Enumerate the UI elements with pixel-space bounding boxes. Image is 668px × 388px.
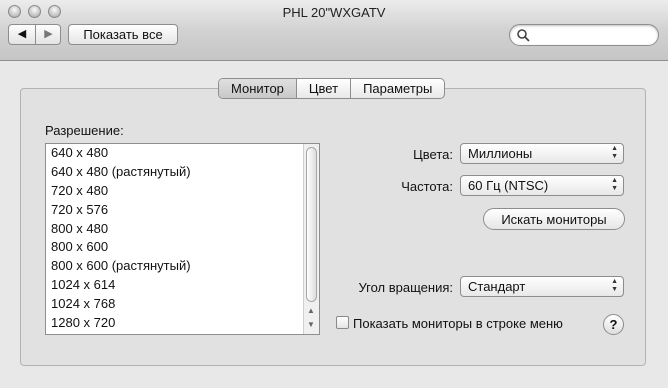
resolution-scrollbar[interactable]: ▲ ▼ — [303, 144, 319, 334]
show-in-menubar-label[interactable]: Показать мониторы в строке меню — [353, 316, 563, 331]
help-button[interactable]: ? — [603, 314, 624, 335]
scroll-down-icon[interactable]: ▼ — [307, 320, 315, 329]
rotation-label: Угол вращения: — [358, 280, 453, 295]
list-item[interactable]: 800 x 480 — [46, 220, 319, 239]
tab-options[interactable]: Параметры — [350, 79, 444, 98]
detect-displays-button[interactable]: Искать мониторы — [483, 208, 625, 230]
list-item[interactable]: 1024 x 768 — [46, 295, 319, 314]
tab-bar: Монитор Цвет Параметры — [218, 78, 446, 99]
show-all-button[interactable]: Показать все — [68, 24, 178, 45]
help-icon: ? — [609, 317, 618, 332]
scrollbar-thumb[interactable] — [306, 147, 317, 302]
refresh-value: 60 Гц (NTSC) — [468, 178, 549, 193]
list-item[interactable]: 800 x 600 (растянутый) — [46, 257, 319, 276]
popup-arrows-icon: ▲ ▼ — [611, 145, 618, 160]
refresh-label: Частота: — [401, 179, 453, 194]
list-item[interactable]: 800 x 600 — [46, 238, 319, 257]
window-title: PHL 20"WXGATV — [282, 5, 386, 20]
nav-segment: ◀ ▶ — [8, 24, 61, 45]
search-field[interactable] — [509, 24, 659, 46]
colors-label: Цвета: — [413, 147, 453, 162]
tab-color[interactable]: Цвет — [295, 79, 350, 98]
list-item[interactable]: 1280 x 720 — [46, 314, 319, 333]
detect-displays-label: Искать мониторы — [501, 211, 607, 227]
colors-popup[interactable]: Миллионы ▲ ▼ — [460, 143, 624, 164]
forward-arrow-icon: ▶ — [44, 28, 53, 40]
tab-monitor[interactable]: Монитор — [219, 79, 296, 98]
rotation-popup[interactable]: Стандарт ▲ ▼ — [460, 276, 624, 297]
list-item[interactable]: 640 x 480 — [46, 144, 319, 163]
rotation-value: Стандарт — [468, 279, 526, 294]
show-all-label: Показать все — [83, 27, 163, 42]
refresh-popup[interactable]: 60 Гц (NTSC) ▲ ▼ — [460, 175, 624, 196]
list-item[interactable]: 720 x 480 — [46, 182, 319, 201]
list-item[interactable]: 640 x 480 (растянутый) — [46, 163, 319, 182]
back-arrow-icon: ◀ — [17, 28, 27, 40]
colors-value: Миллионы — [468, 146, 533, 161]
resolution-list[interactable]: 640 x 480 640 x 480 (растянутый) 720 x 4… — [45, 143, 320, 335]
list-item[interactable]: 720 x 576 — [46, 201, 319, 220]
back-button[interactable]: ◀ — [9, 25, 36, 44]
search-icon — [517, 29, 530, 42]
scroll-up-icon[interactable]: ▲ — [307, 306, 315, 315]
show-in-menubar-checkbox[interactable] — [336, 316, 349, 329]
list-item[interactable]: 1024 x 614 — [46, 276, 319, 295]
window-titlebar: PHL 20"WXGATV ◀ ▶ Показать все — [0, 0, 668, 61]
resolution-label: Разрешение: — [45, 123, 124, 138]
popup-arrows-icon: ▲ ▼ — [611, 278, 618, 293]
popup-arrows-icon: ▲ ▼ — [611, 177, 618, 192]
forward-button[interactable]: ▶ — [36, 25, 61, 44]
